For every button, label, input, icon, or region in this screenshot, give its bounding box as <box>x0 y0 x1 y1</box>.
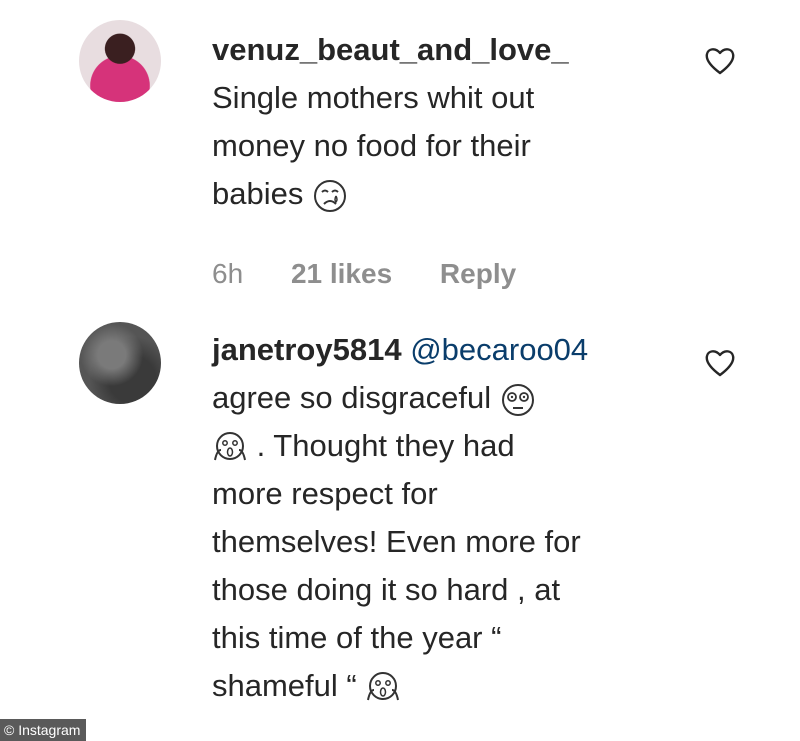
avatar[interactable] <box>79 20 161 102</box>
comment-username[interactable]: venuz_beaut_and_love_ <box>212 26 569 74</box>
comment-text-line: this time of the year “ <box>212 620 502 655</box>
like-heart-icon[interactable] <box>704 46 736 76</box>
comment-body: venuz_beaut_and_love_ Single mothers whi… <box>212 26 569 218</box>
flushed-face-icon <box>501 383 534 416</box>
screaming-face-icon <box>367 671 400 701</box>
comment-text-line: babies <box>212 176 304 211</box>
instagram-watermark: © Instagram <box>0 719 87 741</box>
screaming-face-icon <box>214 431 246 461</box>
comment-text-line: agree so disgraceful <box>212 380 492 415</box>
comment-text-line: more respect for <box>212 476 438 511</box>
avatar[interactable] <box>79 322 161 404</box>
reply-button[interactable]: Reply <box>440 258 516 289</box>
comment-text-line: those doing it so hard , at <box>212 572 561 607</box>
comment-text-line: money no food for their <box>212 128 531 163</box>
comment-text-line: shameful “ <box>212 668 357 703</box>
comment-mention[interactable]: @becaroo04 <box>410 332 588 367</box>
comment-meta: 6h 21 likes Reply <box>212 258 556 290</box>
likes-count[interactable]: 21 likes <box>291 258 392 289</box>
comment-text-line: themselves! Even more for <box>212 524 581 559</box>
comment-username[interactable]: janetroy5814 <box>212 332 402 367</box>
comment-body: janetroy5814 @becaroo04 agree so disgrac… <box>212 326 588 710</box>
comment-text-line: . Thought they had <box>256 428 515 463</box>
comment-time: 6h <box>212 258 244 289</box>
crying-face-icon <box>313 179 346 212</box>
like-heart-icon[interactable] <box>704 348 736 378</box>
comment-text-line: Single mothers whit out <box>212 80 535 115</box>
